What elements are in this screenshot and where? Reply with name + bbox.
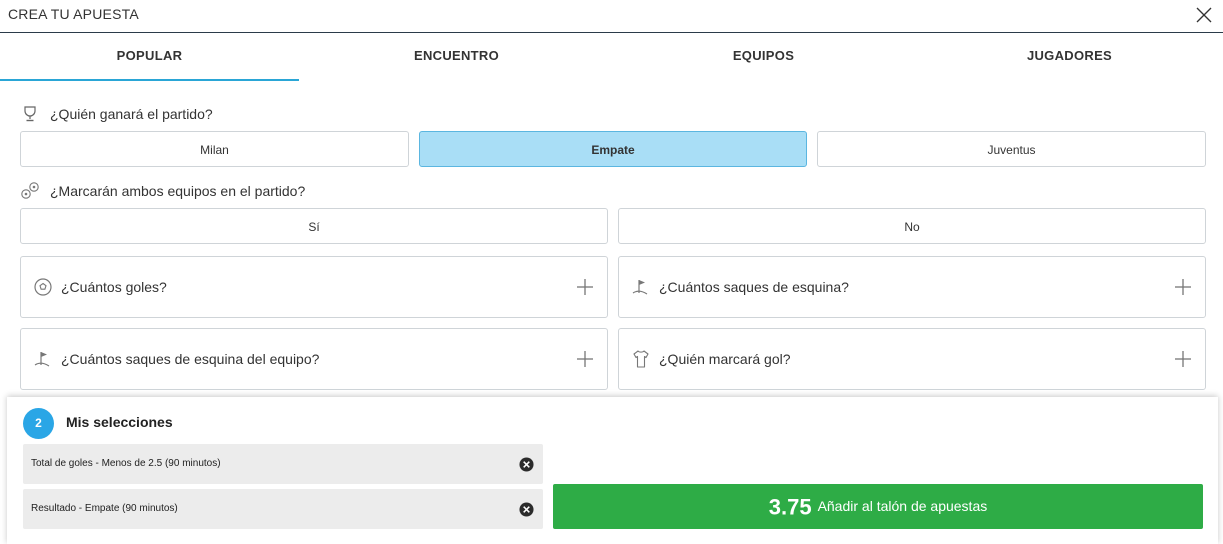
- total-odds: 3.75: [768, 494, 812, 520]
- option-no[interactable]: No: [618, 208, 1206, 244]
- winner-question: ¿Quién ganará el partido?: [20, 104, 213, 124]
- btts-question-label: ¿Marcarán ambos equipos en el partido?: [50, 183, 306, 199]
- market-card-label: ¿Quién marcará gol?: [659, 351, 791, 367]
- tab-popular[interactable]: POPULAR: [0, 33, 299, 81]
- option-si[interactable]: Sí: [20, 208, 608, 244]
- balls-icon: [20, 181, 40, 201]
- selection-item: Resultado - Empate (90 minutos): [23, 489, 543, 529]
- remove-selection-icon[interactable]: [519, 502, 534, 517]
- corner-flag-icon: [632, 280, 648, 295]
- btts-question: ¿Marcarán ambos equipos en el partido?: [20, 181, 305, 201]
- market-card-label: ¿Cuántos goles?: [61, 279, 167, 295]
- winner-question-label: ¿Quién ganará el partido?: [50, 106, 213, 122]
- market-card-label: ¿Cuántos saques de esquina?: [659, 279, 849, 295]
- dialog-title: CREA TU APUESTA: [8, 6, 139, 22]
- selection-text: Total de goles - Menos de 2.5 (90 minuto…: [31, 458, 221, 469]
- option-juventus[interactable]: Juventus: [817, 131, 1206, 167]
- tab-jugadores[interactable]: JUGADORES: [920, 33, 1219, 79]
- add-to-betslip-label: Añadir al talón de apuestas: [817, 498, 988, 515]
- selection-text: Resultado - Empate (90 minutos): [31, 503, 178, 514]
- option-empate[interactable]: Empate: [419, 131, 807, 167]
- tab-bar: POPULAR ENCUENTRO EQUIPOS JUGADORES: [0, 33, 1223, 81]
- tab-equipos[interactable]: EQUIPOS: [614, 33, 913, 79]
- soccer-ball-icon: [34, 278, 52, 296]
- trophy-icon: [20, 104, 40, 124]
- close-icon[interactable]: [1195, 6, 1213, 24]
- tab-encuentro[interactable]: ENCUENTRO: [307, 33, 606, 79]
- shirt-icon: [633, 350, 649, 368]
- plus-icon[interactable]: [1173, 349, 1193, 369]
- plus-icon[interactable]: [575, 277, 595, 297]
- market-card-team-corners[interactable]: ¿Cuántos saques de esquina del equipo?: [20, 328, 608, 390]
- market-card-corners[interactable]: ¿Cuántos saques de esquina?: [618, 256, 1206, 318]
- market-card-label: ¿Cuántos saques de esquina del equipo?: [61, 351, 320, 367]
- option-milan[interactable]: Milan: [20, 131, 409, 167]
- plus-icon[interactable]: [575, 349, 595, 369]
- remove-selection-icon[interactable]: [519, 457, 534, 472]
- selections-count-badge: 2: [23, 408, 54, 439]
- selections-title: Mis selecciones: [66, 414, 173, 430]
- market-card-goals[interactable]: ¿Cuántos goles?: [20, 256, 608, 318]
- corner-flag-icon: [34, 352, 50, 367]
- selections-panel: 2 Mis selecciones Total de goles - Menos…: [7, 397, 1218, 544]
- market-card-scorer[interactable]: ¿Quién marcará gol?: [618, 328, 1206, 390]
- plus-icon[interactable]: [1173, 277, 1193, 297]
- add-to-betslip-button[interactable]: 3.75 Añadir al talón de apuestas: [553, 484, 1203, 529]
- selection-item: Total de goles - Menos de 2.5 (90 minuto…: [23, 444, 543, 484]
- title-bar: CREA TU APUESTA: [0, 0, 1223, 33]
